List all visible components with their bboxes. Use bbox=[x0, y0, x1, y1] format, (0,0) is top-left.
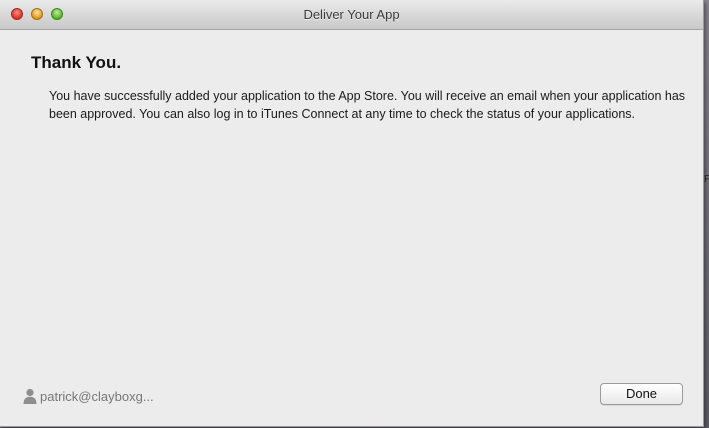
account-indicator: patrick@clayboxg... bbox=[23, 386, 154, 406]
deliver-app-window: Deliver Your App Thank You. You have suc… bbox=[0, 0, 704, 427]
background-window-edge-text: F bbox=[704, 174, 709, 185]
account-email: patrick@clayboxg... bbox=[40, 388, 154, 404]
done-button[interactable]: Done bbox=[600, 383, 683, 405]
user-icon bbox=[23, 388, 37, 404]
thank-you-heading: Thank You. bbox=[31, 53, 122, 72]
title-bar[interactable]: Deliver Your App bbox=[0, 0, 703, 30]
confirmation-message: You have successfully added your applica… bbox=[49, 89, 686, 121]
window-title: Deliver Your App bbox=[303, 7, 400, 22]
